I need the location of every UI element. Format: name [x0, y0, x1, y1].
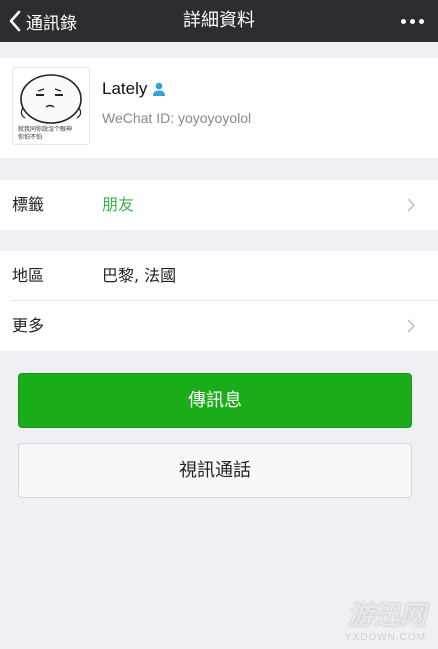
send-message-button[interactable]: 傳訊息 [18, 373, 412, 428]
chevron-right-icon [407, 319, 415, 333]
more-label: 更多 [12, 316, 45, 335]
region-row: 地區 巴黎, 法國 [0, 251, 438, 301]
video-call-button[interactable]: 視訊通話 [18, 443, 412, 498]
tag-row[interactable]: 標籤 朋友 [0, 180, 438, 230]
watermark-url: YXDOWN.COM [344, 632, 426, 643]
avatar[interactable]: 就我同你說沒个眼神 你怕不怕 [12, 67, 90, 145]
navigation-bar: 通訊錄 詳細資料 [0, 0, 438, 42]
profile-card: 就我同你說沒个眼神 你怕不怕 Lately WeChat ID: yoyoyoy… [0, 58, 438, 158]
user-gender-icon [153, 82, 166, 96]
profile-name: Lately [102, 79, 148, 98]
region-value: 巴黎, 法國 [102, 266, 177, 285]
page-title: 詳細資料 [183, 10, 255, 31]
tag-label: 標籤 [12, 195, 45, 214]
more-options-icon[interactable] [401, 0, 424, 42]
region-label: 地區 [12, 266, 45, 285]
chevron-right-icon [407, 198, 415, 212]
profile-name-row: Lately [102, 77, 167, 101]
avatar-image: 就我同你說沒个眼神 你怕不怕 [13, 68, 89, 144]
tag-value: 朋友 [102, 195, 135, 214]
avatar-caption-line2: 你怕不怕 [18, 133, 42, 141]
avatar-caption-line1: 就我同你說沒个眼神 [18, 125, 72, 133]
watermark-logo: 游迅网 [347, 601, 426, 631]
wechat-id: WeChat ID: yoyoyoyolol [102, 110, 252, 126]
more-row[interactable]: 更多 [0, 301, 438, 351]
watermark: 游迅网 YXDOWN.COM [345, 595, 426, 643]
